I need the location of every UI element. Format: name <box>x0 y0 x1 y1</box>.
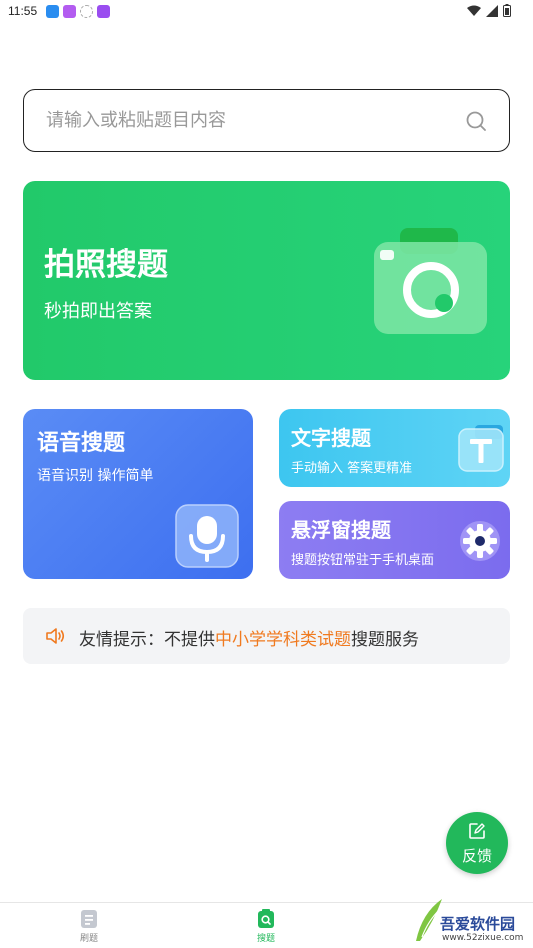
nav-item-practice[interactable]: 刷题 <box>59 909 119 944</box>
text-search-subtitle: 手动输入 答案更精准 <box>291 461 413 476</box>
app-notification-icon <box>97 5 110 18</box>
status-right <box>467 4 511 17</box>
tip-suffix: 搜题服务 <box>351 630 419 650</box>
edit-icon <box>469 823 485 839</box>
status-time: 11:55 <box>8 4 38 18</box>
text-search-card[interactable]: 文字搜题 手动输入 答案更精准 <box>279 409 510 487</box>
search-input[interactable] <box>46 90 446 150</box>
notification-icons <box>46 5 110 18</box>
document-icon <box>81 910 97 928</box>
signal-icon <box>486 4 498 17</box>
tip-highlight: 中小学学科类试题 <box>215 630 351 650</box>
nav-item-search[interactable]: 搜题 <box>236 909 296 944</box>
status-bar: 11:55 <box>0 0 533 24</box>
feedback-label: 反馈 <box>461 847 492 865</box>
tip-banner: 友情提示：不提供中小学学科类试题搜题服务 <box>23 608 510 664</box>
floating-window-search-title: 悬浮窗搜题 <box>291 518 391 542</box>
camera-icon <box>374 228 487 334</box>
nav-label-search: 搜题 <box>256 934 275 944</box>
wifi-icon <box>467 5 481 16</box>
watermark: 吾爱软件园 www.52zixue.com <box>412 893 533 948</box>
microphone-icon <box>175 504 239 568</box>
feedback-button[interactable]: 反馈 <box>446 812 508 874</box>
speaker-icon <box>46 628 65 644</box>
watermark-name: 吾爱软件园 <box>440 915 516 933</box>
tip-prefix: 友情提示：不提供 <box>79 630 215 650</box>
photo-search-title: 拍照搜题 <box>44 247 168 283</box>
photo-search-card[interactable]: 拍照搜题 秒拍即出答案 <box>23 181 510 380</box>
voice-search-title: 语音搜题 <box>37 431 126 456</box>
nav-label-practice: 刷题 <box>79 934 98 944</box>
text-search-title: 文字搜题 <box>291 426 371 450</box>
photo-search-subtitle: 秒拍即出答案 <box>44 301 152 322</box>
search-box[interactable] <box>23 89 510 152</box>
floating-window-search-card[interactable]: 悬浮窗搜题 搜题按钮常驻于手机桌面 <box>279 501 510 579</box>
app-notification-icon <box>63 5 76 18</box>
app-notification-icon <box>46 5 59 18</box>
search-icon[interactable] <box>465 110 487 132</box>
voice-search-subtitle: 语音识别 操作简单 <box>37 468 154 484</box>
watermark-url: www.52zixue.com <box>442 933 524 943</box>
loading-icon <box>80 5 93 18</box>
tip-text: 友情提示：不提供中小学学科类试题搜题服务 <box>79 625 419 650</box>
search-tab-icon <box>258 909 274 928</box>
voice-search-card[interactable]: 语音搜题 语音识别 操作简单 <box>23 409 253 579</box>
text-t-icon <box>458 425 504 472</box>
battery-icon <box>503 4 511 17</box>
floating-window-search-subtitle: 搜题按钮常驻于手机桌面 <box>291 553 435 568</box>
gear-icon <box>460 521 500 561</box>
